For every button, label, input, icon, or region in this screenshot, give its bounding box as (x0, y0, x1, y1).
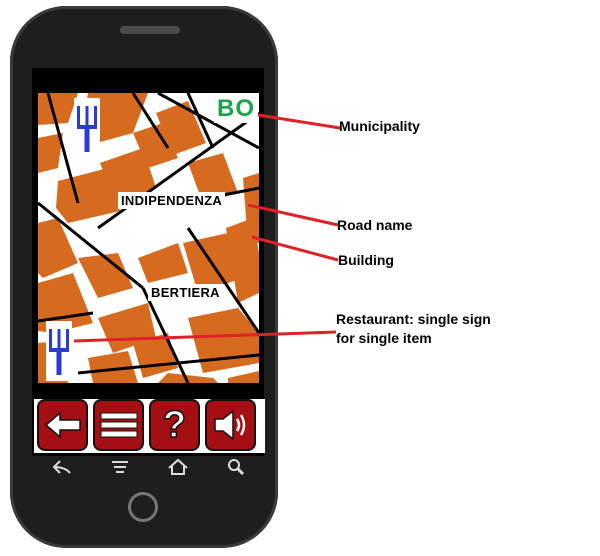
callout-road-name: Road name (337, 217, 413, 233)
callout-restaurant: Restaurant: single sign for single item (336, 310, 491, 348)
callout-line-municipality (257, 113, 341, 130)
callout-building: Building (338, 252, 394, 268)
callout-municipality: Municipality (339, 118, 420, 134)
callout-lines (73, 113, 341, 343)
callout-restaurant-line2: for single item (336, 330, 432, 346)
callout-restaurant-line1: Restaurant: single sign (336, 311, 491, 327)
callout-line-road-name (247, 203, 339, 227)
callout-line-restaurant (73, 330, 337, 343)
callout-line-building (251, 235, 339, 262)
